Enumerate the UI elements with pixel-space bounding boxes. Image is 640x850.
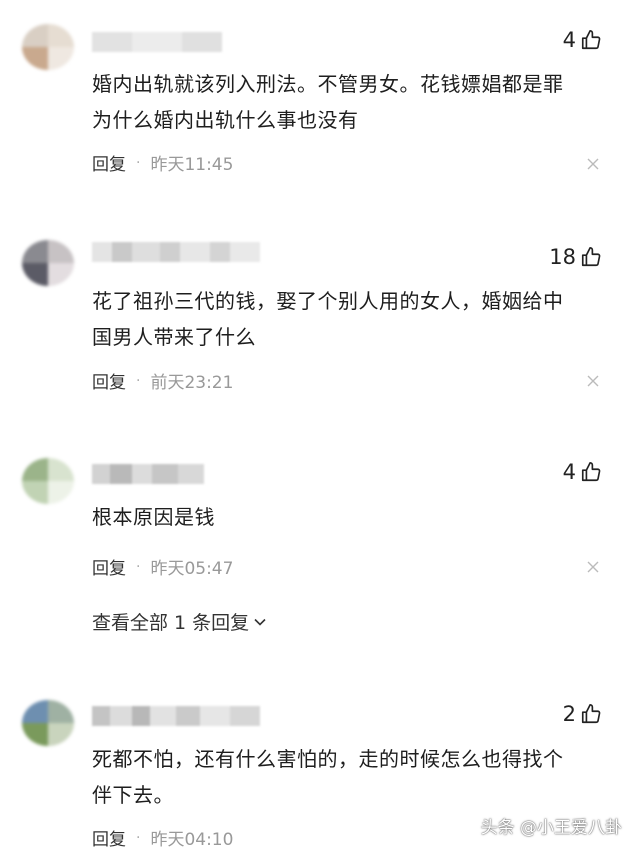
- like-count: 4: [562, 28, 576, 52]
- thumbs-up-icon: [581, 30, 601, 50]
- avatar[interactable]: [22, 24, 74, 70]
- comment-meta: 回复 · 昨天11:45: [92, 150, 234, 176]
- like-button[interactable]: 4: [563, 28, 602, 52]
- comment-line: 死都不怕，还有什么害怕的，走的时候怎么也得找个: [92, 747, 564, 771]
- comment-text: 根本原因是钱: [92, 499, 602, 535]
- comment-line: 伴下去。: [92, 783, 174, 807]
- timestamp: 前天23:21: [150, 373, 234, 393]
- comment-meta: 回复 · 前天23:21: [92, 368, 234, 394]
- like-button[interactable]: 4: [563, 460, 602, 484]
- comment-line: 花了祖孙三代的钱，娶了个别人用的女人，婚姻给中: [92, 289, 564, 313]
- like-button[interactable]: 2: [563, 702, 602, 726]
- timestamp: 昨天04:10: [150, 830, 234, 850]
- separator-dot: ·: [136, 154, 141, 171]
- comment-line: 婚内出轨就该列入刑法。不管男女。花钱嫖娼都是罪: [92, 72, 564, 96]
- thumbs-up-icon: [581, 462, 601, 482]
- separator-dot: ·: [136, 558, 141, 575]
- comment-text: 婚内出轨就该列入刑法。不管男女。花钱嫖娼都是罪 为什么婚内出轨什么事也没有: [92, 66, 602, 138]
- avatar[interactable]: [22, 458, 74, 504]
- reply-button[interactable]: 回复: [92, 150, 126, 175]
- chevron-down-icon: [254, 618, 266, 626]
- separator-dot: ·: [136, 372, 141, 389]
- close-icon[interactable]: [587, 375, 599, 387]
- comment-line: 为什么婚内出轨什么事也没有: [92, 108, 359, 132]
- like-count: 2: [562, 702, 576, 726]
- close-icon[interactable]: [587, 561, 599, 573]
- comment-line: 国男人带来了什么: [92, 325, 256, 349]
- reply-button[interactable]: 回复: [92, 554, 126, 579]
- close-icon[interactable]: [587, 158, 599, 170]
- separator-dot: ·: [136, 829, 141, 846]
- username[interactable]: [92, 464, 204, 484]
- reply-button[interactable]: 回复: [92, 825, 126, 850]
- timestamp: 昨天05:47: [150, 559, 234, 579]
- comment-meta: 回复 · 昨天04:10: [92, 825, 233, 850]
- avatar[interactable]: [22, 240, 74, 286]
- like-button[interactable]: 18: [549, 245, 602, 269]
- like-count: 4: [562, 460, 576, 484]
- username[interactable]: [92, 242, 260, 262]
- like-count: 18: [549, 245, 576, 269]
- view-all-replies-link[interactable]: 查看全部 1 条回复: [92, 608, 267, 635]
- username[interactable]: [92, 706, 260, 726]
- view-all-replies-label: 查看全部 1 条回复: [92, 612, 250, 634]
- reply-button[interactable]: 回复: [92, 368, 126, 393]
- comment-meta: 回复 · 昨天05:47: [92, 554, 234, 580]
- comment-line: 根本原因是钱: [92, 505, 215, 529]
- comment-text: 死都不怕，还有什么害怕的，走的时候怎么也得找个 伴下去。: [92, 741, 602, 813]
- avatar[interactable]: [22, 700, 74, 746]
- timestamp: 昨天11:45: [150, 155, 234, 175]
- comment-text: 花了祖孙三代的钱，娶了个别人用的女人，婚姻给中 国男人带来了什么: [92, 283, 602, 355]
- thumbs-up-icon: [581, 704, 601, 724]
- thumbs-up-icon: [581, 247, 601, 267]
- watermark: 头条 @小王爱八卦: [480, 818, 622, 838]
- username[interactable]: [92, 32, 222, 52]
